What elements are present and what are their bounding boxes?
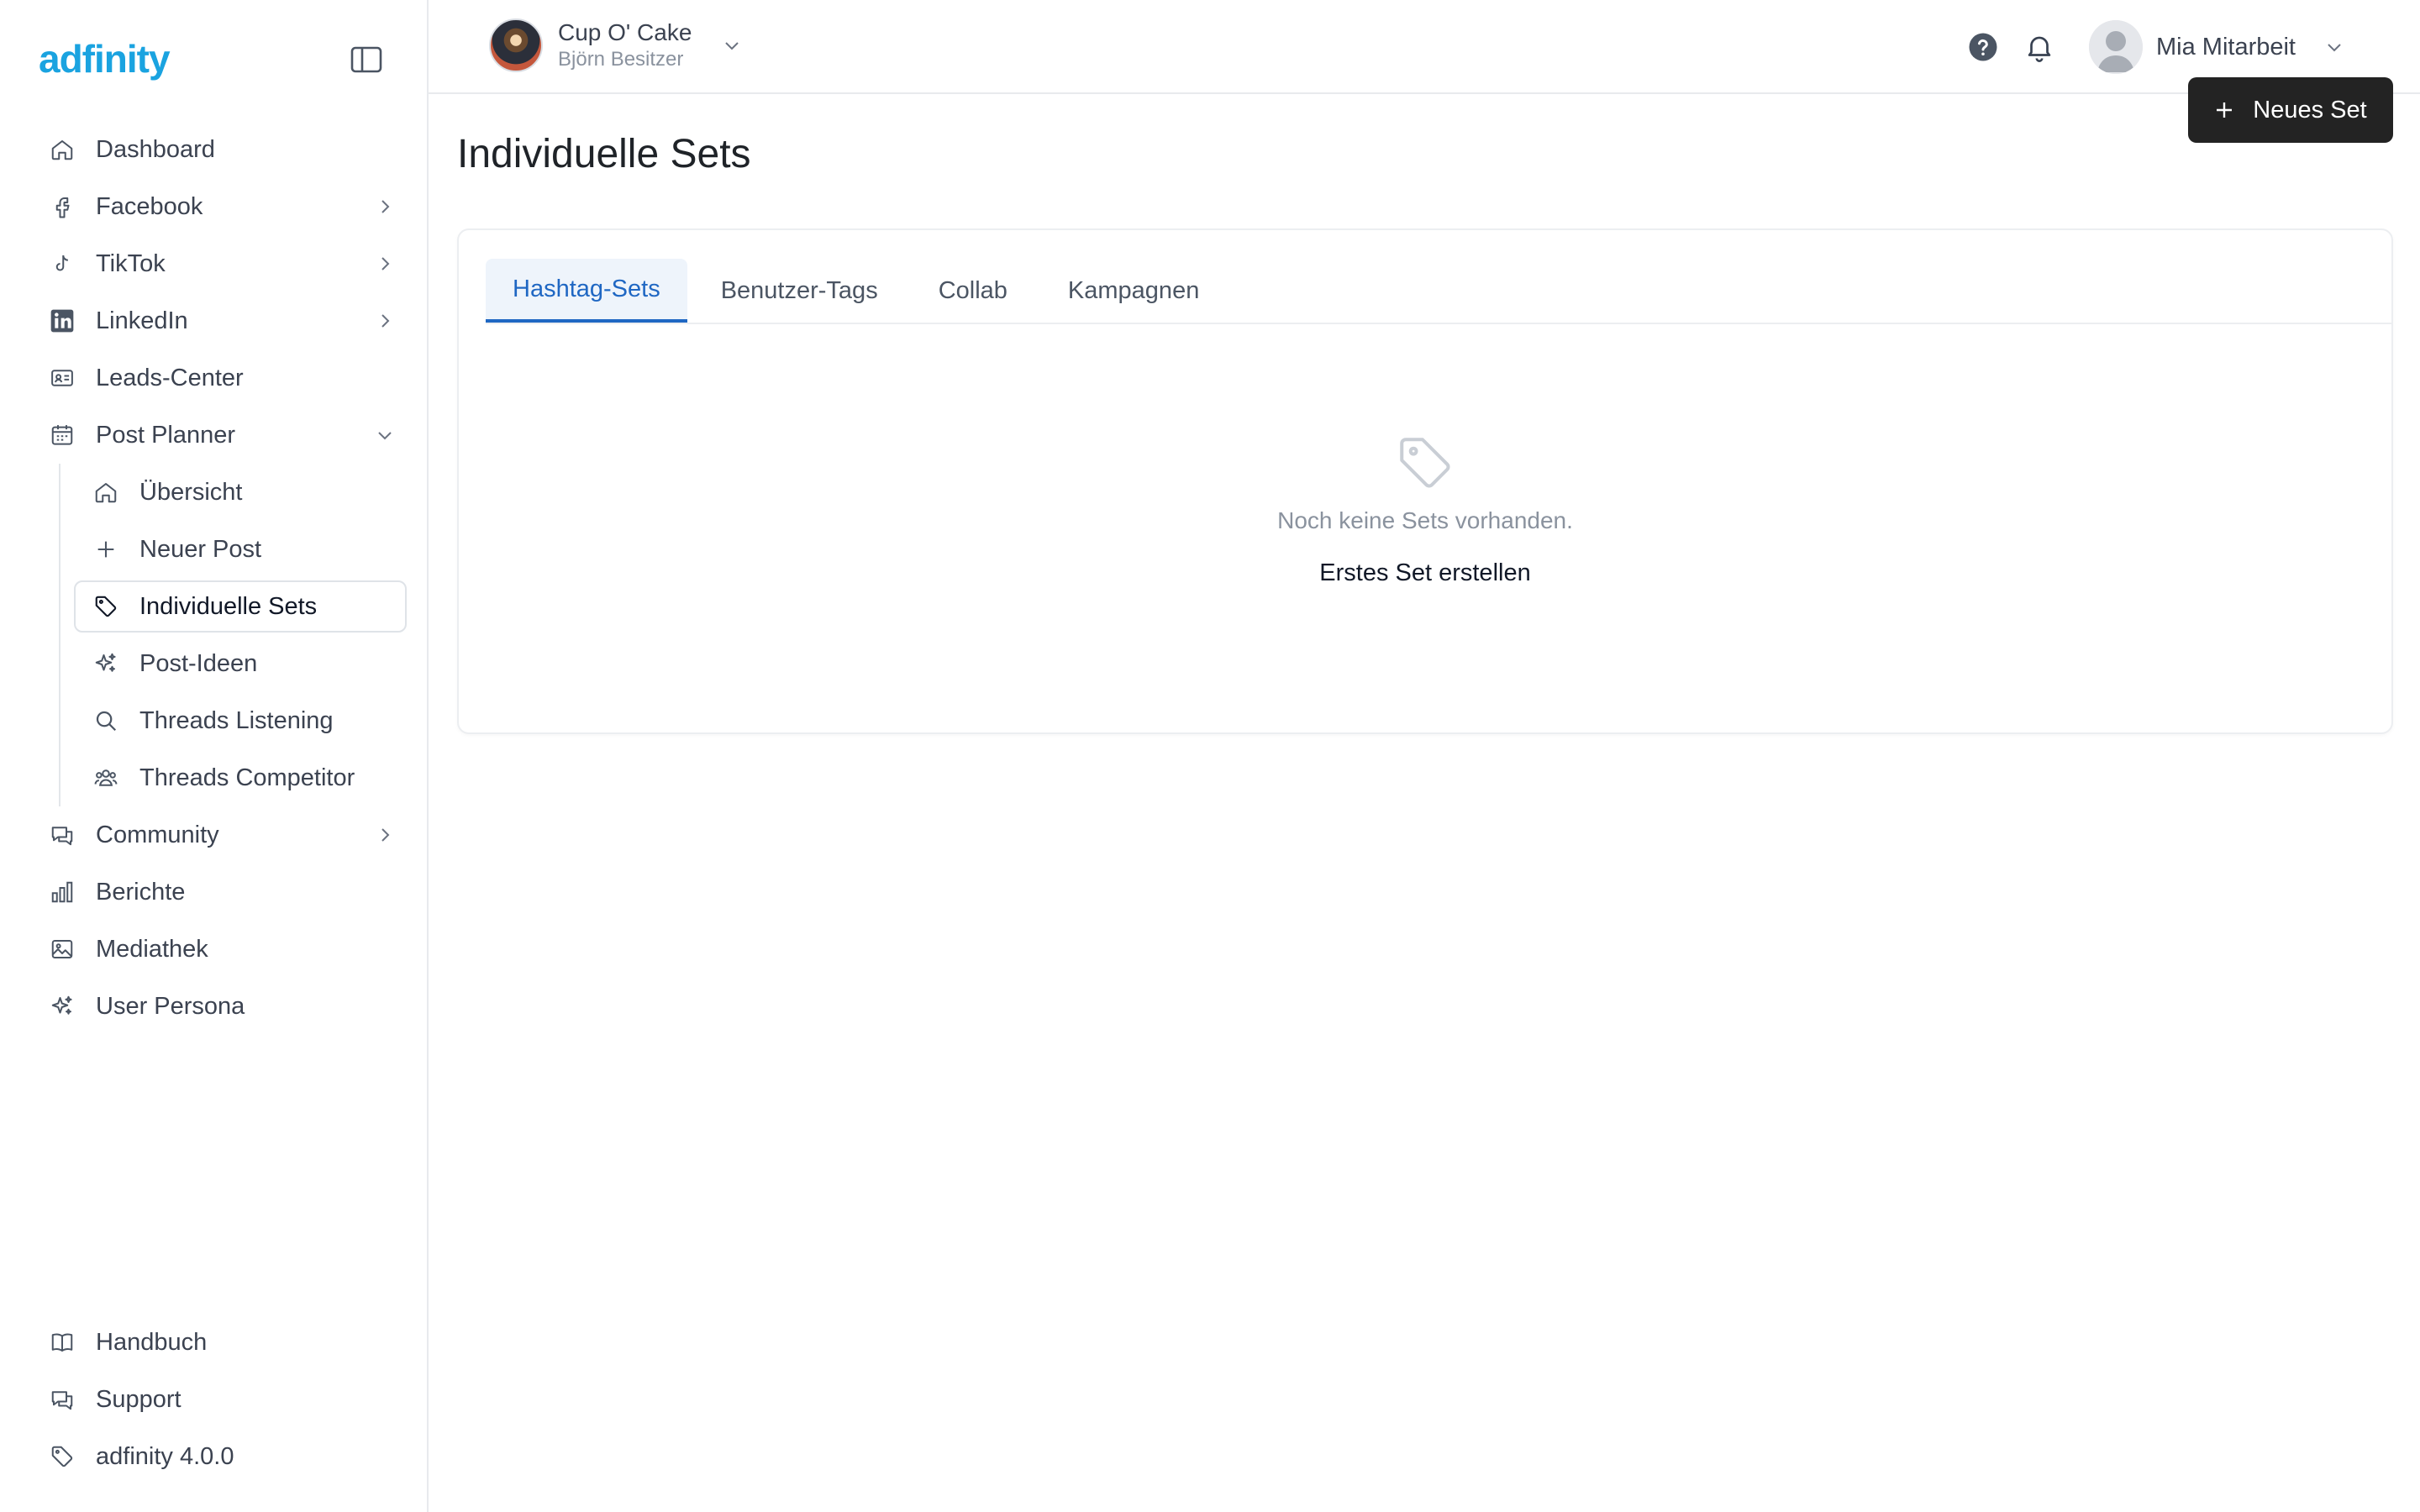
sidebar-item-label: Leads-Center bbox=[96, 364, 244, 391]
sidebar-item-threads-listening[interactable]: Threads Listening bbox=[74, 692, 407, 749]
sidebar-item-label: Übersicht bbox=[139, 478, 243, 506]
tag-icon bbox=[1400, 438, 1450, 488]
sidebar-item-version[interactable]: adfinity 4.0.0 bbox=[37, 1428, 407, 1485]
search-icon bbox=[92, 707, 119, 734]
user-name: Mia Mitarbeit bbox=[2156, 33, 2296, 60]
linkedin-icon bbox=[49, 307, 76, 334]
chevron-down-icon bbox=[725, 42, 739, 50]
sidebar-bottom-nav: Handbuch Support adfinity 4.0.0 bbox=[37, 1314, 407, 1485]
sidebar-toggle-icon[interactable] bbox=[350, 45, 383, 74]
sidebar-item-label: Berichte bbox=[96, 878, 186, 906]
tab-bar: Hashtag-Sets Benutzer-Tags Collab Kampag… bbox=[486, 259, 2391, 324]
sidebar-item-label: Post Planner bbox=[96, 421, 236, 449]
plus-icon bbox=[92, 536, 119, 563]
sidebar-item-label: Dashboard bbox=[96, 135, 215, 163]
sparkles-icon bbox=[92, 650, 119, 677]
sidebar-item-threads-competitor[interactable]: Threads Competitor bbox=[74, 749, 407, 806]
sidebar-item-label: Threads Listening bbox=[139, 706, 334, 734]
sidebar-item-label: User Persona bbox=[96, 992, 245, 1020]
sidebar-item-label: Neuer Post bbox=[139, 535, 262, 563]
sidebar-item-neuer-post[interactable]: Neuer Post bbox=[74, 521, 407, 578]
adfinity-logo[interactable]: adfinity bbox=[39, 35, 171, 82]
sidebar-item-post-planner[interactable]: Post Planner bbox=[37, 407, 407, 464]
book-icon bbox=[49, 1329, 76, 1356]
sidebar-item-label: Threads Competitor bbox=[139, 764, 355, 791]
sidebar-item-facebook[interactable]: Facebook bbox=[37, 178, 407, 235]
account-switcher[interactable]: Cup O' Cake Björn Besitzer bbox=[489, 18, 742, 72]
tab-benutzer-tags[interactable]: Benutzer-Tags bbox=[694, 259, 905, 323]
sets-card: Hashtag-Sets Benutzer-Tags Collab Kampag… bbox=[457, 228, 2393, 734]
sidebar-item-mediathek[interactable]: Mediathek bbox=[37, 921, 407, 978]
tag-icon bbox=[49, 1443, 76, 1470]
new-set-button-label: Neues Set bbox=[2253, 96, 2367, 123]
sidebar-nav: Dashboard Facebook TikTok LinkedIn Leads… bbox=[37, 121, 407, 1035]
page-title: Individuelle Sets bbox=[457, 132, 751, 176]
tab-collab[interactable]: Collab bbox=[912, 259, 1034, 323]
sidebar-item-label: Individuelle Sets bbox=[139, 592, 318, 620]
sidebar-item-post-ideen[interactable]: Post-Ideen bbox=[74, 635, 407, 692]
account-owner: Björn Besitzer bbox=[558, 48, 684, 71]
bar-chart-icon bbox=[49, 879, 76, 906]
users-icon bbox=[92, 764, 119, 791]
image-icon bbox=[49, 936, 76, 963]
sidebar-item-handbuch[interactable]: Handbuch bbox=[37, 1314, 407, 1371]
sidebar-item-linkedin[interactable]: LinkedIn bbox=[37, 292, 407, 349]
sparkles-icon bbox=[49, 993, 76, 1020]
home-icon bbox=[92, 479, 119, 506]
chat-icon bbox=[49, 1386, 76, 1413]
tiktok-icon bbox=[49, 250, 76, 277]
sidebar: adfinity Dashboard Facebook TikTok Linke… bbox=[0, 0, 429, 1512]
account-name: Cup O' Cake bbox=[558, 19, 692, 45]
sidebar-item-label: Community bbox=[96, 821, 219, 848]
chevron-down-icon bbox=[2328, 44, 2341, 52]
home-icon bbox=[49, 136, 76, 163]
new-set-button[interactable]: Neues Set bbox=[2188, 77, 2393, 143]
sidebar-item-label: Support bbox=[96, 1385, 182, 1413]
calendar-icon bbox=[49, 422, 76, 449]
sidebar-item-community[interactable]: Community bbox=[37, 806, 407, 864]
sidebar-item-label: adfinity 4.0.0 bbox=[96, 1442, 234, 1470]
submenu-guide-line bbox=[59, 464, 60, 806]
bell-icon[interactable] bbox=[2023, 30, 2055, 64]
account-avatar bbox=[489, 18, 543, 72]
tab-hashtag-sets[interactable]: Hashtag-Sets bbox=[486, 259, 687, 323]
empty-state: Noch keine Sets vorhanden. Erstes Set er… bbox=[459, 432, 2391, 587]
contact-card-icon bbox=[49, 365, 76, 391]
sidebar-item-uebersicht[interactable]: Übersicht bbox=[74, 464, 407, 521]
chevron-down-icon bbox=[378, 432, 392, 440]
sidebar-item-individuelle-sets[interactable]: Individuelle Sets bbox=[74, 580, 407, 633]
sidebar-item-leads-center[interactable]: Leads-Center bbox=[37, 349, 407, 407]
sidebar-item-label: Facebook bbox=[96, 192, 203, 220]
help-icon[interactable] bbox=[1968, 32, 1998, 62]
create-first-set-link[interactable]: Erstes Set erstellen bbox=[1319, 559, 1530, 587]
chevron-right-icon bbox=[381, 314, 390, 328]
sidebar-item-user-persona[interactable]: User Persona bbox=[37, 978, 407, 1035]
chevron-right-icon bbox=[381, 257, 390, 270]
empty-state-message: Noch keine Sets vorhanden. bbox=[1277, 507, 1573, 533]
plus-icon bbox=[2217, 102, 2233, 118]
sidebar-item-label: Post-Ideen bbox=[139, 649, 258, 677]
facebook-icon bbox=[49, 193, 76, 220]
sidebar-item-label: TikTok bbox=[96, 249, 166, 277]
tab-kampagnen[interactable]: Kampagnen bbox=[1041, 259, 1226, 323]
post-planner-submenu: Übersicht Neuer Post Individuelle Sets P… bbox=[37, 464, 407, 806]
top-bar: Cup O' Cake Björn Besitzer Mia Mitarbeit bbox=[429, 0, 2420, 94]
tag-icon bbox=[92, 593, 119, 620]
sidebar-item-dashboard[interactable]: Dashboard bbox=[37, 121, 407, 178]
sidebar-item-label: Handbuch bbox=[96, 1328, 208, 1356]
chevron-right-icon bbox=[381, 828, 390, 842]
sidebar-item-support[interactable]: Support bbox=[37, 1371, 407, 1428]
sidebar-item-berichte[interactable]: Berichte bbox=[37, 864, 407, 921]
user-menu[interactable]: Mia Mitarbeit bbox=[2089, 20, 2344, 74]
chat-icon bbox=[49, 822, 76, 848]
sidebar-item-tiktok[interactable]: TikTok bbox=[37, 235, 407, 292]
sidebar-item-label: LinkedIn bbox=[96, 307, 188, 334]
chevron-right-icon bbox=[381, 200, 390, 213]
sidebar-item-label: Mediathek bbox=[96, 935, 208, 963]
avatar bbox=[2089, 20, 2143, 74]
